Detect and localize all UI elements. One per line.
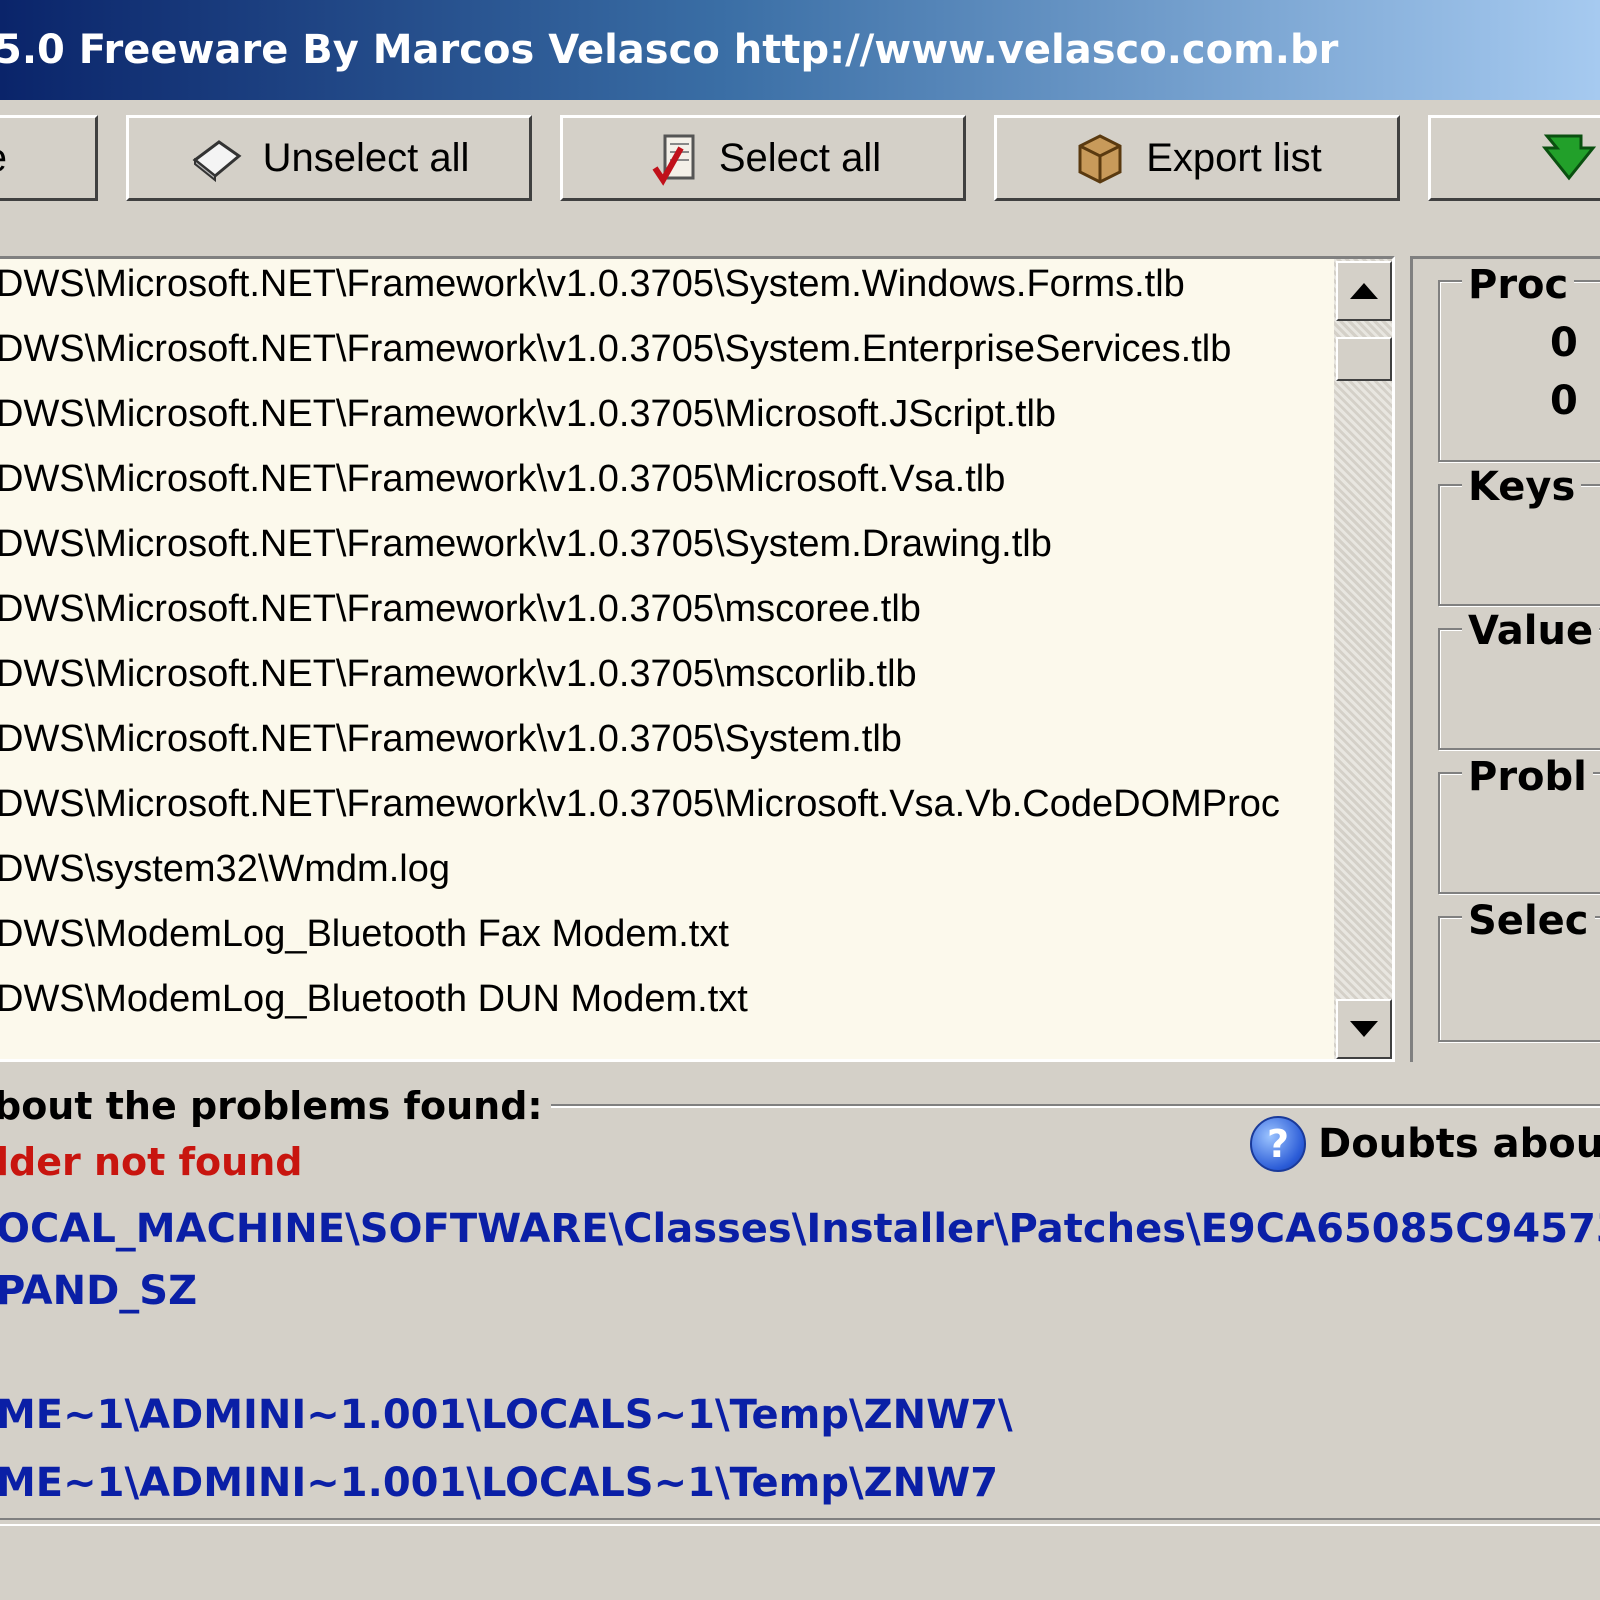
- registry-value-type: PAND_SZ: [0, 1268, 198, 1314]
- list-item[interactable]: DWS\system32\Wmdm.log: [0, 848, 1331, 908]
- export-list-button[interactable]: Export list: [994, 115, 1400, 201]
- toolbar-button-next[interactable]: [1428, 115, 1600, 201]
- green-arrow-icon: [1541, 134, 1597, 181]
- arrow-down-icon: [1350, 1021, 1378, 1037]
- window-title: 5.0 Freeware By Marcos Velasco http://ww…: [0, 27, 1339, 73]
- list-item[interactable]: DWS\Microsoft.NET\Framework\v1.0.3705\ms…: [0, 653, 1331, 713]
- scroll-down-button[interactable]: [1336, 999, 1392, 1059]
- bottom-border: [0, 1518, 1600, 1526]
- list-item[interactable]: DWS\Microsoft.NET\Framework\v1.0.3705\Sy…: [0, 523, 1331, 583]
- missing-folder-path: ME~1\ADMINI~1.001\LOCALS~1\Temp\ZNW7: [0, 1460, 999, 1506]
- unselect-all-label: Unselect all: [262, 135, 470, 180]
- list-item[interactable]: DWS\Microsoft.NET\Framework\v1.0.3705\Mi…: [0, 783, 1331, 843]
- help-icon: ?: [1250, 1116, 1306, 1172]
- list-item[interactable]: DWS\ModemLog_Bluetooth DUN Modem.txt: [0, 978, 1331, 1038]
- eraser-icon: [192, 140, 242, 183]
- scroll-up-button[interactable]: [1336, 261, 1392, 321]
- list-item[interactable]: DWS\ModemLog_Bluetooth Fax Modem.txt: [0, 913, 1331, 973]
- list-item[interactable]: DWS\Microsoft.NET\Framework\v1.0.3705\ms…: [0, 588, 1331, 648]
- details-title: bout the problems found:: [0, 1084, 551, 1128]
- doubts-help-link[interactable]: ? Doubts abou: [1250, 1116, 1600, 1172]
- vertical-scrollbar[interactable]: [1334, 259, 1392, 1059]
- scroll-thumb[interactable]: [1336, 337, 1392, 381]
- select-all-icon: [652, 134, 695, 186]
- list-item[interactable]: DWS\Microsoft.NET\Framework\v1.0.3705\Sy…: [0, 263, 1331, 323]
- unselect-all-button[interactable]: Unselect all: [126, 115, 532, 201]
- doubts-label: Doubts abou: [1318, 1121, 1600, 1167]
- details-divider: [500, 1104, 1600, 1108]
- group-label-value: Value: [1462, 608, 1600, 654]
- toolbar-button-partial-label: e: [0, 136, 7, 181]
- export-list-label: Export list: [1146, 135, 1322, 180]
- toolbar-button-partial[interactable]: e: [0, 115, 98, 201]
- select-all-button[interactable]: Select all: [560, 115, 966, 201]
- list-item[interactable]: DWS\Microsoft.NET\Framework\v1.0.3705\Mi…: [0, 458, 1331, 518]
- arrow-up-icon: [1350, 283, 1378, 299]
- registry-value-data: ME~1\ADMINI~1.001\LOCALS~1\Temp\ZNW7\: [0, 1392, 1013, 1438]
- select-all-label: Select all: [718, 135, 882, 180]
- group-label-selected: Selec: [1462, 898, 1595, 944]
- list-item[interactable]: DWS\Microsoft.NET\Framework\v1.0.3705\Sy…: [0, 328, 1331, 388]
- group-label-proc: Proc: [1462, 262, 1575, 308]
- problem-status: lder not found: [0, 1140, 303, 1184]
- proc-value-2: 0: [1550, 378, 1578, 424]
- registry-key-path: OCAL_MACHINE\SOFTWARE\Classes\Installer\…: [0, 1206, 1600, 1252]
- group-label-keys: Keys: [1462, 464, 1582, 510]
- group-label-problems: Probl: [1462, 754, 1593, 800]
- list-item[interactable]: DWS\Microsoft.NET\Framework\v1.0.3705\Sy…: [0, 718, 1331, 778]
- package-icon: [1078, 134, 1122, 184]
- proc-value-1: 0: [1550, 320, 1578, 366]
- file-list[interactable]: DWS\Microsoft.NET\Framework\v1.0.3705\Sy…: [0, 256, 1395, 1062]
- window-title-bar[interactable]: 5.0 Freeware By Marcos Velasco http://ww…: [0, 0, 1600, 100]
- list-item[interactable]: DWS\Microsoft.NET\Framework\v1.0.3705\Mi…: [0, 393, 1331, 453]
